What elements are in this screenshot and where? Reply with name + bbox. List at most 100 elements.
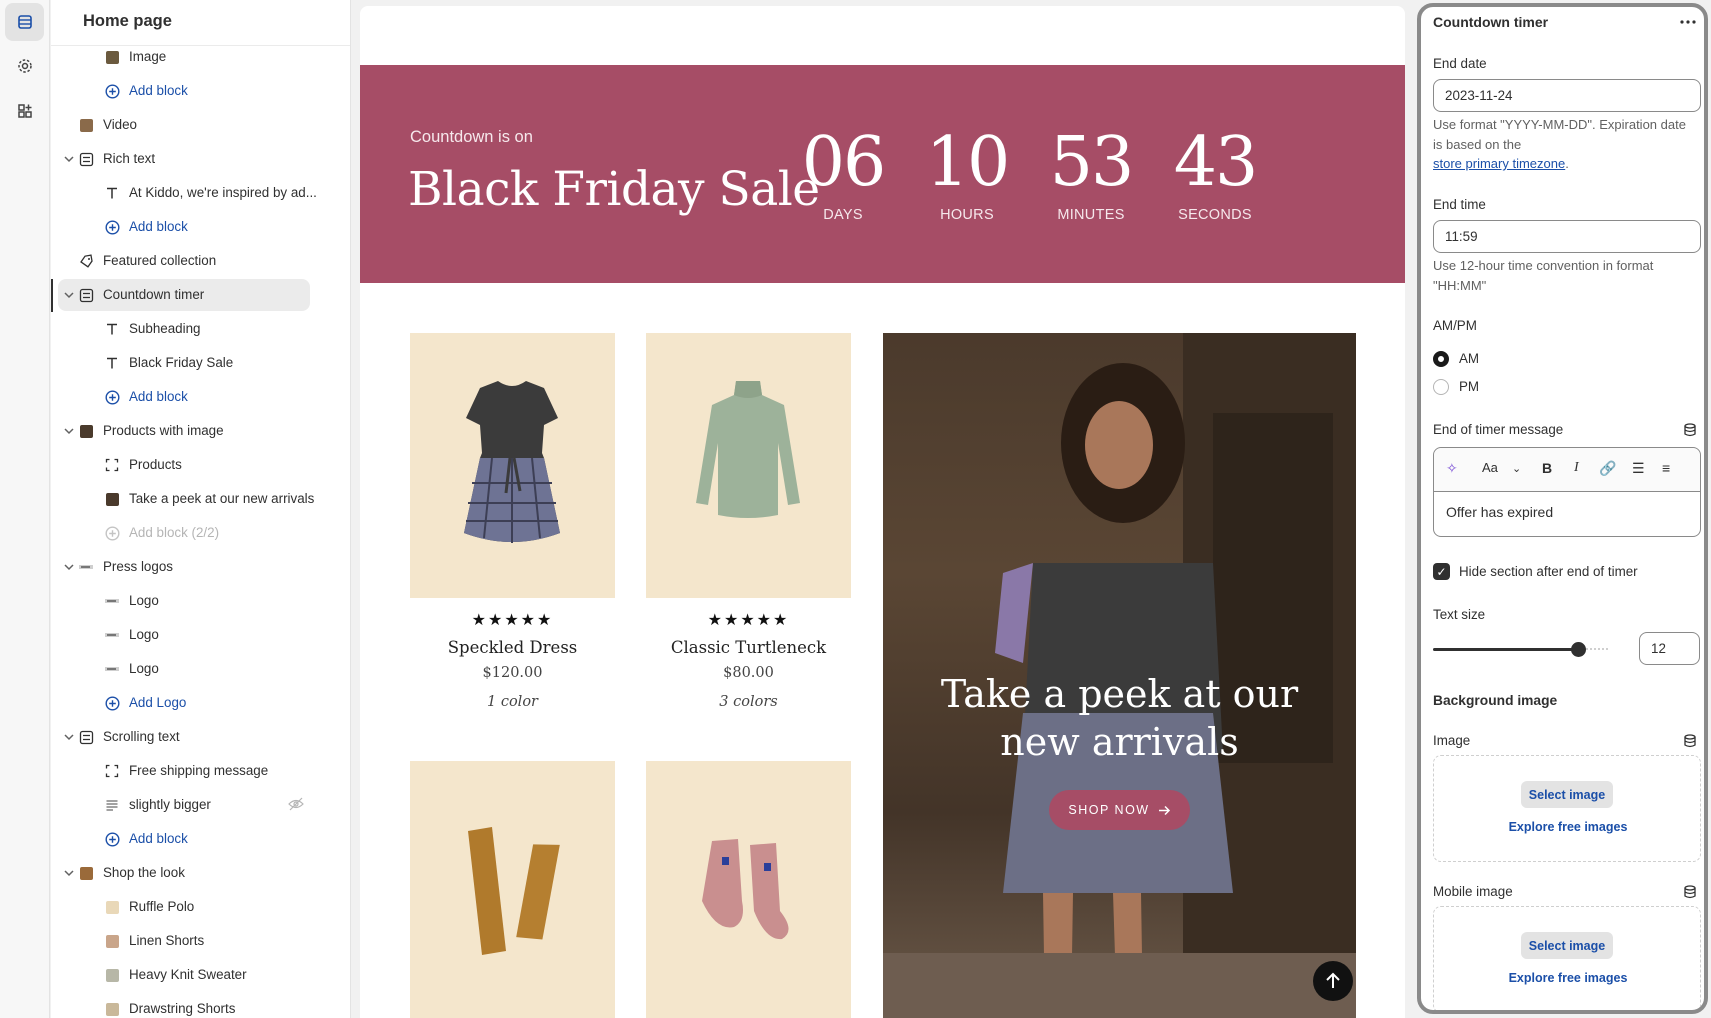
tree-row-drawstring-shorts[interactable]: Drawstring Shorts [51,993,341,1018]
numbered-list-icon[interactable]: ≡ [1662,460,1670,476]
text-size-input[interactable]: 12 [1639,632,1700,665]
product-image-classic-turtleneck[interactable] [646,333,851,598]
message-editor[interactable]: ✧ Aa ⌄ B I 🔗 ☰ ≡ Offer has expired [1433,447,1701,537]
sections-nav-button[interactable] [5,3,44,41]
bold-icon[interactable]: B [1542,460,1552,476]
tree-row-label: Video [103,117,138,132]
text-size-slider-handle[interactable] [1571,642,1586,657]
tree-row-video[interactable]: Video [51,109,341,141]
pm-radio[interactable] [1433,379,1449,395]
end-date-help-text: Use format "YYYY-MM-DD". Expiration date… [1433,117,1686,152]
explore-free-images-link[interactable]: Explore free images [1434,820,1702,834]
tree-row-linen-shorts[interactable]: Linen Shorts [51,925,341,957]
chevron-down-icon[interactable] [62,560,76,574]
explore-free-images-link[interactable]: Explore free images [1434,971,1702,985]
tree-row-slightly-bigger[interactable]: slightly bigger [51,789,341,821]
chevron-down-icon[interactable] [62,152,76,166]
chevron-down-icon[interactable] [62,288,76,302]
product-name[interactable]: Classic Turtleneck [646,638,851,657]
hidden-eye-icon[interactable] [288,797,304,814]
image-thumbnail-icon [104,899,120,915]
tree-row-label: Free shipping message [129,763,269,778]
sections-icon [17,15,32,29]
tree-row-logo[interactable]: Logo [51,653,341,685]
scroll-to-top-button[interactable] [1313,961,1353,1001]
tree-row-label: At Kiddo, we're inspired by ad... [129,185,317,200]
tree-row-free-shipping-message[interactable]: Free shipping message [51,755,341,787]
countdown-banner[interactable]: Countdown is on Black Friday Sale 06 DAY… [360,65,1405,283]
tree-row-countdown-timer[interactable]: Countdown timer [58,279,310,311]
hero-title: Take a peek at our new arrivals [883,670,1356,766]
link-icon[interactable]: 🔗 [1599,460,1616,477]
dress-image [464,381,560,543]
tree-row-add-block-2-2[interactable]: Add block (2/2) [51,517,341,549]
tree-row-label: Add block [129,219,188,234]
countdown-minutes-value: 53 [1049,123,1135,202]
countdown-days: 06 DAYS [788,127,898,224]
tree-row-logo[interactable]: Logo [51,619,341,651]
select-image-button[interactable]: Select image [1521,781,1613,808]
tree-row-add-block[interactable]: Add block [51,381,341,413]
chevron-down-icon[interactable] [62,424,76,438]
tree-row-scrolling-text[interactable]: Scrolling text [51,721,341,753]
text-size-slider-track[interactable] [1433,648,1578,651]
magic-sparkle-icon[interactable]: ✧ [1446,460,1458,477]
preview-canvas: Countdown is on Black Friday Sale 06 DAY… [360,6,1405,1018]
more-horizontal-icon[interactable] [1680,20,1696,24]
tree-row-subheading[interactable]: Subheading [51,313,341,345]
image-thumbnail-icon [78,865,94,881]
tree-row-image[interactable]: Image [51,41,341,73]
tree-row-products[interactable]: Products [51,449,341,481]
bullet-list-icon[interactable]: ☰ [1632,460,1645,477]
section-icon [78,287,94,303]
tree-row-featured-collection[interactable]: Featured collection [51,245,341,277]
end-time-label: End time [1433,197,1486,212]
select-image-button[interactable]: Select image [1521,932,1613,959]
tree-row-heavy-knit-sweater[interactable]: Heavy Knit Sweater [51,959,341,991]
editor-toolbar: ✧ Aa ⌄ B I 🔗 ☰ ≡ [1434,448,1700,492]
tree-row-shop-the-look[interactable]: Shop the look [51,857,341,889]
tree-row-logo[interactable]: Logo [51,585,341,617]
apps-nav-button[interactable] [5,92,44,130]
tree-row-label: Countdown timer [103,287,205,302]
theme-settings-nav-button[interactable] [5,47,44,85]
chevron-down-icon[interactable] [62,866,76,880]
dynamic-source-icon[interactable] [1683,734,1697,748]
end-time-input[interactable]: 11:59 [1433,220,1701,253]
tree-row-products-with-image[interactable]: Products with image [51,415,341,447]
tree-row-label: Logo [129,593,159,608]
end-date-input[interactable]: 2023-11-24 [1433,79,1701,112]
tree-row-label: Add block (2/2) [129,525,220,540]
chevron-down-icon[interactable] [62,730,76,744]
hero-image-block[interactable]: Take a peek at our new arrivals SHOP NOW [883,333,1356,1018]
tree-row-add-block[interactable]: Add block [51,211,341,243]
chevron-down-icon[interactable]: ⌄ [1512,462,1521,475]
dynamic-source-icon[interactable] [1683,423,1697,437]
hide-section-checkbox[interactable]: ✓ [1433,563,1450,580]
tree-row-rich-text[interactable]: Rich text [51,143,341,175]
store-timezone-link[interactable]: store primary timezone [1433,156,1565,171]
product-image-socks[interactable] [646,761,851,1018]
shop-now-button[interactable]: SHOP NOW [1049,790,1190,830]
italic-icon[interactable]: I [1574,460,1579,476]
tree-row-add-block[interactable]: Add block [51,75,341,107]
tree-row-press-logos[interactable]: Press logos [51,551,341,583]
dynamic-source-icon[interactable] [1683,885,1697,899]
tree-row-take-a-peek-at-our-new-arrivals[interactable]: Take a peek at our new arrivals [51,483,341,515]
font-style-button[interactable]: Aa [1482,460,1498,475]
tree-row-ruffle-polo[interactable]: Ruffle Polo [51,891,341,923]
tree-row-label: Add block [129,83,188,98]
am-radio[interactable] [1433,351,1449,367]
section-settings-panel: Countdown timer End date 2023-11-24 Use … [1417,3,1708,1014]
plus-circle-icon [104,83,120,99]
tree-row-add-logo[interactable]: Add Logo [51,687,341,719]
product-image-leg-warmers[interactable] [410,761,615,1018]
tree-row-black-friday-sale[interactable]: Black Friday Sale [51,347,341,379]
tree-row-add-block[interactable]: Add block [51,823,341,855]
tree-row-label: Subheading [129,321,201,336]
tree-row-label: Featured collection [103,253,217,268]
product-name[interactable]: Speckled Dress [410,638,615,657]
product-image-speckled-dress[interactable] [410,333,615,598]
frame-icon [104,457,120,473]
tree-row-at-kiddo-we-re-inspired-by-ad[interactable]: At Kiddo, we're inspired by ad... [51,177,341,209]
